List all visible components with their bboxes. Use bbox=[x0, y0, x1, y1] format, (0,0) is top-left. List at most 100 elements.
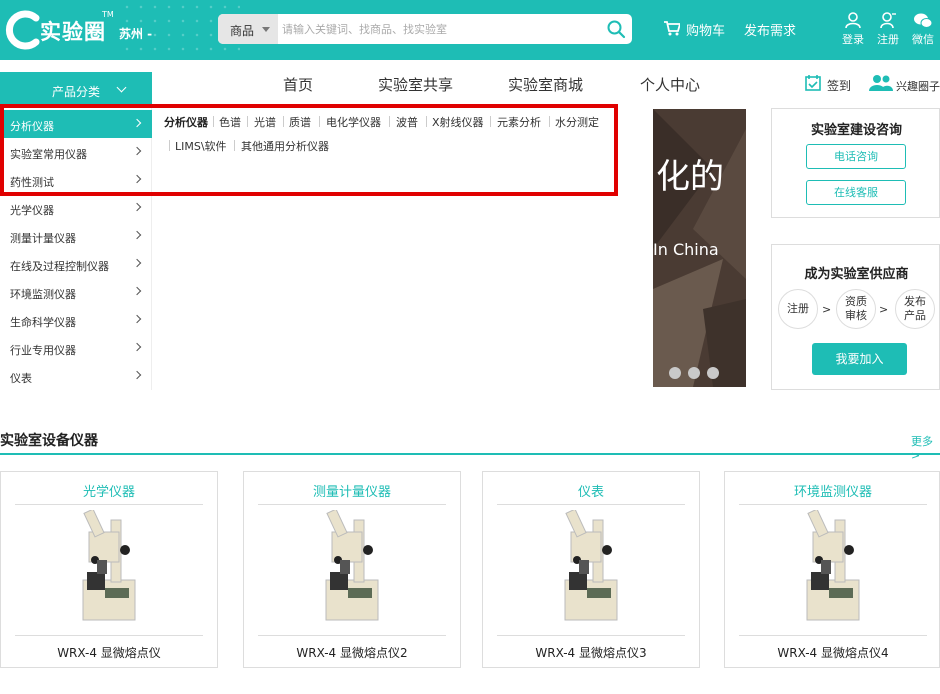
chevron-right-icon bbox=[132, 230, 142, 240]
step-label: 注册 bbox=[787, 302, 809, 315]
logo-c-icon bbox=[5, 10, 40, 50]
card-category[interactable]: 测量计量仪器 bbox=[244, 481, 460, 500]
chevron-right-icon bbox=[132, 286, 142, 296]
user-icon bbox=[845, 12, 861, 29]
carousel-dot[interactable] bbox=[669, 367, 681, 379]
product-category-header[interactable]: 产品分类 bbox=[0, 72, 152, 108]
search-category-label: 商品 bbox=[230, 24, 255, 38]
phone-consult-button[interactable]: 电话咨询 bbox=[806, 144, 906, 169]
chevron-right-icon bbox=[132, 314, 142, 324]
top-header: 实验圈 TM 苏州 - 商品 购物车 发布需求 登录 bbox=[0, 0, 940, 60]
step-arrow-icon: > bbox=[879, 303, 889, 316]
section-title: 实验室设备仪器 bbox=[0, 433, 98, 449]
carousel-dot[interactable] bbox=[688, 367, 700, 379]
microscope-image bbox=[806, 510, 860, 621]
publish-request-link[interactable]: 发布需求 bbox=[744, 20, 796, 39]
interest-label: 兴趣圈子 bbox=[896, 80, 940, 93]
chevron-right-icon bbox=[132, 370, 142, 380]
city-selector[interactable]: 苏州 - bbox=[119, 25, 152, 42]
product-name[interactable]: WRX-4 显微熔点仪3 bbox=[483, 644, 699, 661]
banner-subline: In China bbox=[653, 240, 719, 259]
chevron-right-icon bbox=[132, 202, 142, 212]
online-service-button[interactable]: 在线客服 bbox=[806, 180, 906, 205]
divider bbox=[497, 635, 685, 636]
register-link[interactable]: 注册 bbox=[872, 12, 904, 47]
step-qualification: 资质 审核 bbox=[836, 289, 876, 329]
microscope-image bbox=[325, 510, 379, 621]
product-card[interactable]: 环境监测仪器 WRX-4 显微熔点仪4 bbox=[724, 471, 940, 668]
microscope-image bbox=[82, 510, 136, 621]
divider bbox=[739, 635, 927, 636]
sidebar-item-label: 环境监测仪器 bbox=[10, 288, 76, 301]
card-category[interactable]: 光学仪器 bbox=[1, 481, 217, 500]
step-label: 发布 bbox=[904, 295, 926, 308]
sidebar-item-measurement-instruments[interactable]: 测量计量仪器 bbox=[0, 222, 152, 250]
sidebar-item-label: 仪表 bbox=[10, 372, 32, 385]
divider bbox=[739, 504, 927, 505]
wechat-label: 微信 bbox=[912, 33, 934, 46]
product-category-label: 产品分类 bbox=[52, 85, 101, 99]
nav-lab-mall[interactable]: 实验室商城 bbox=[508, 74, 583, 95]
cart-label: 购物车 bbox=[686, 24, 726, 39]
divider bbox=[258, 635, 446, 636]
calendar-check-icon bbox=[805, 75, 821, 91]
highlight-box bbox=[0, 104, 618, 196]
nav-lab-share[interactable]: 实验室共享 bbox=[378, 74, 453, 95]
product-card[interactable]: 光学仪器 WRX-4 显微熔点仪 bbox=[0, 471, 218, 668]
sidebar-item-label: 光学仪器 bbox=[10, 204, 54, 217]
logo-trademark: TM bbox=[102, 10, 114, 19]
dropdown-caret-icon bbox=[262, 27, 270, 32]
sidebar-item-label: 在线及过程控制仪器 bbox=[10, 260, 109, 273]
product-name[interactable]: WRX-4 显微熔点仪 bbox=[1, 644, 217, 661]
divider bbox=[15, 504, 203, 505]
carousel-dot[interactable] bbox=[707, 367, 719, 379]
login-label: 登录 bbox=[842, 33, 864, 46]
sidebar-item-meters[interactable]: 仪表 bbox=[0, 362, 152, 390]
supplier-title: 成为实验室供应商 bbox=[804, 267, 909, 282]
sidebar-item-label: 生命科学仪器 bbox=[10, 316, 76, 329]
wechat-link[interactable]: 微信 bbox=[907, 12, 939, 47]
search-icon[interactable] bbox=[606, 19, 626, 39]
card-category[interactable]: 仪表 bbox=[483, 481, 699, 500]
step-label: 资质 bbox=[845, 295, 867, 308]
join-button[interactable]: 我要加入 bbox=[812, 343, 907, 375]
sidebar-item-environmental-monitoring[interactable]: 环境监测仪器 bbox=[0, 278, 152, 306]
nav-personal-center[interactable]: 个人中心 bbox=[640, 74, 700, 95]
step-label: 产品 bbox=[904, 309, 926, 322]
chevron-right-icon bbox=[132, 258, 142, 268]
step-register: 注册 bbox=[778, 289, 818, 329]
sidebar-item-label: 行业专用仪器 bbox=[10, 344, 76, 357]
group-icon bbox=[869, 75, 893, 91]
card-category[interactable]: 环境监测仪器 bbox=[725, 481, 940, 500]
sidebar-item-optical-instruments[interactable]: 光学仪器 bbox=[0, 194, 152, 222]
step-arrow-icon: > bbox=[822, 303, 832, 316]
divider bbox=[15, 635, 203, 636]
more-link[interactable]: 更多> bbox=[911, 433, 940, 462]
product-name[interactable]: WRX-4 显微熔点仪4 bbox=[725, 644, 940, 661]
logo-text[interactable]: 实验圈 bbox=[40, 16, 106, 46]
search-category-select[interactable]: 商品 bbox=[218, 14, 278, 44]
signin-label: 签到 bbox=[827, 79, 852, 93]
search-input[interactable] bbox=[282, 19, 592, 39]
banner-headline: 化的 bbox=[656, 157, 724, 197]
hero-banner[interactable]: 化的 In China bbox=[653, 109, 746, 387]
supplier-panel: 成为实验室供应商 注册 > 资质 审核 > 发布 产品 我要加入 bbox=[771, 244, 940, 390]
register-label: 注册 bbox=[877, 33, 899, 46]
product-name[interactable]: WRX-4 显微熔点仪2 bbox=[244, 644, 460, 661]
step-label: 审核 bbox=[845, 309, 867, 322]
add-user-icon bbox=[880, 12, 896, 29]
chevron-down-icon bbox=[116, 82, 127, 93]
product-card[interactable]: 仪表 WRX-4 显微熔点仪3 bbox=[482, 471, 700, 668]
chevron-right-icon bbox=[132, 342, 142, 352]
sidebar-item-industry-specific[interactable]: 行业专用仪器 bbox=[0, 334, 152, 362]
sidebar-item-life-science[interactable]: 生命科学仪器 bbox=[0, 306, 152, 334]
sidebar-item-label: 测量计量仪器 bbox=[10, 232, 76, 245]
consult-title: 实验室建设咨询 bbox=[810, 123, 902, 138]
section-divider bbox=[0, 453, 940, 455]
login-link[interactable]: 登录 bbox=[837, 12, 869, 47]
product-card[interactable]: 测量计量仪器 WRX-4 显微熔点仪2 bbox=[243, 471, 461, 668]
sidebar-item-process-control[interactable]: 在线及过程控制仪器 bbox=[0, 250, 152, 278]
cart-icon bbox=[664, 21, 680, 36]
wechat-icon bbox=[914, 13, 933, 28]
nav-home[interactable]: 首页 bbox=[283, 74, 313, 95]
